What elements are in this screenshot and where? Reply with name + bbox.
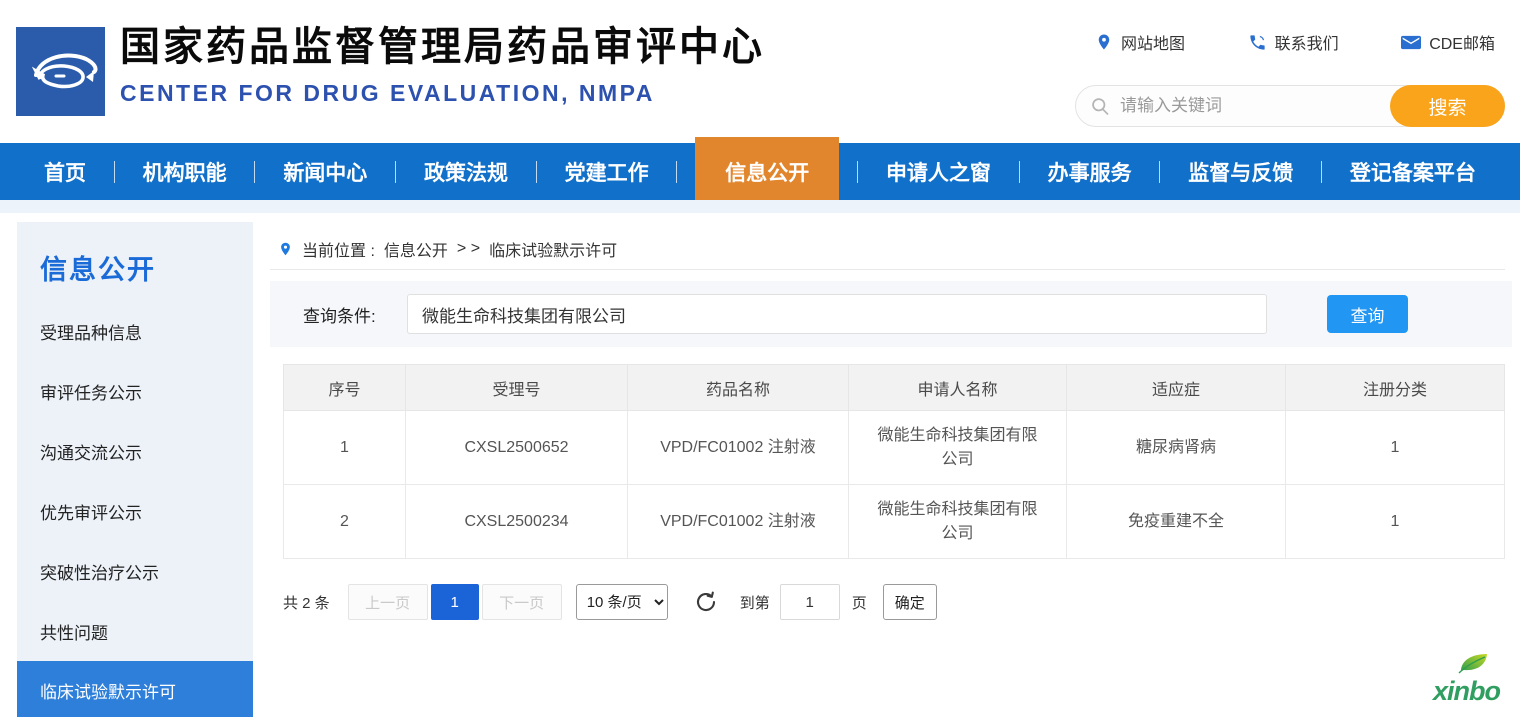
cell-acceptance-no: CXSL2500652 — [406, 411, 628, 485]
search-icon — [1090, 96, 1111, 117]
search-button[interactable]: 搜索 — [1390, 85, 1505, 127]
page: 国家药品监督管理局药品审评中心 CENTER FOR DRUG EVALUATI… — [0, 0, 1529, 717]
nav-separator — [1019, 161, 1020, 183]
col-header-acceptance-no: 受理号 — [406, 365, 628, 411]
page-size-select[interactable]: 10 条/页 — [576, 584, 668, 620]
watermark-text: xinbo — [1433, 676, 1500, 707]
header: 国家药品监督管理局药品审评中心 CENTER FOR DRUG EVALUATI… — [0, 0, 1529, 143]
nav-separator — [1321, 161, 1322, 183]
query-panel: 查询条件: 查询 — [270, 281, 1512, 347]
nav-item-services[interactable]: 办事服务 — [1038, 143, 1142, 200]
query-label: 查询条件: — [303, 281, 376, 347]
sidebar: 信息公开 受理品种信息 审评任务公示 沟通交流公示 优先审评公示 突破性治疗公示… — [17, 222, 253, 717]
cell-drug-name: VPD/FC01002 注射液 — [628, 485, 849, 559]
nav-separator — [536, 161, 537, 183]
cell-indication: 糖尿病肾病 — [1067, 411, 1286, 485]
breadcrumb-current: 临床试验默示许可 — [489, 237, 617, 261]
breadcrumb-divider — [270, 269, 1505, 270]
cell-applicant: 微能生命科技集团有限公司 — [849, 411, 1067, 485]
site-title: 国家药品监督管理局药品审评中心 — [120, 22, 765, 72]
nav-item-applicant-window[interactable]: 申请人之窗 — [876, 143, 1001, 200]
nav-item-registration-platform[interactable]: 登记备案平台 — [1340, 143, 1486, 200]
goto-page-unit: 页 — [852, 592, 867, 613]
nav-item-functions[interactable]: 机构职能 — [133, 143, 237, 200]
location-pin-icon — [278, 239, 293, 259]
breadcrumb-label: 当前位置 : — [302, 237, 375, 261]
nav-separator — [857, 161, 858, 183]
sidebar-title: 信息公开 — [17, 222, 253, 301]
goto-page-input[interactable] — [780, 584, 840, 620]
sidebar-item-priority-review[interactable]: 优先审评公示 — [17, 481, 253, 541]
query-input[interactable] — [407, 294, 1267, 334]
sidebar-item-clinical-trial-implied-license[interactable]: 临床试验默示许可 — [17, 661, 253, 717]
breadcrumb-separator: > > — [457, 240, 480, 258]
leaf-icon — [1457, 651, 1491, 675]
sidebar-item-breakthrough-therapy[interactable]: 突破性治疗公示 — [17, 541, 253, 601]
breadcrumb-section[interactable]: 信息公开 — [384, 237, 448, 261]
nav-item-home[interactable]: 首页 — [34, 143, 96, 200]
nav-separator — [114, 161, 115, 183]
table-row: 1 CXSL2500652 VPD/FC01002 注射液 微能生命科技集团有限… — [284, 411, 1505, 485]
nav-under-strip — [0, 200, 1520, 213]
sidebar-item-review-tasks[interactable]: 审评任务公示 — [17, 361, 253, 421]
nav-item-supervision[interactable]: 监督与反馈 — [1178, 143, 1303, 200]
nav-item-party[interactable]: 党建工作 — [555, 143, 659, 200]
table-row: 2 CXSL2500234 VPD/FC01002 注射液 微能生命科技集团有限… — [284, 485, 1505, 559]
table-header-row: 序号 受理号 药品名称 申请人名称 适应症 注册分类 — [284, 365, 1505, 411]
prev-page-button[interactable]: 上一页 — [348, 584, 428, 620]
search-input[interactable] — [1120, 87, 1360, 125]
confirm-button[interactable]: 确定 — [883, 584, 937, 620]
col-header-index: 序号 — [284, 365, 406, 411]
location-pin-icon — [1095, 32, 1113, 52]
nav-separator — [676, 161, 677, 183]
cell-index: 1 — [284, 411, 406, 485]
nav-separator — [254, 161, 255, 183]
result-table: 序号 受理号 药品名称 申请人名称 适应症 注册分类 1 CXSL2500652… — [283, 364, 1505, 559]
nav-separator — [1159, 161, 1160, 183]
xinbo-watermark: xinbo — [1415, 659, 1525, 707]
sidebar-item-common-issues[interactable]: 共性问题 — [17, 601, 253, 661]
pagination: 共 2 条 上一页 1 下一页 10 条/页 到第 页 确定 — [283, 584, 937, 620]
col-header-registration-class: 注册分类 — [1286, 365, 1505, 411]
pagination-total: 共 2 条 — [283, 592, 330, 613]
search-bar: 搜索 — [1075, 85, 1505, 127]
nav-separator — [395, 161, 396, 183]
sidebar-item-communication[interactable]: 沟通交流公示 — [17, 421, 253, 481]
quick-link-label: CDE邮箱 — [1429, 30, 1495, 54]
cell-index: 2 — [284, 485, 406, 559]
col-header-applicant: 申请人名称 — [849, 365, 1067, 411]
main-nav: 首页 机构职能 新闻中心 政策法规 党建工作 信息公开 申请人之窗 办事服务 监… — [0, 143, 1520, 200]
quick-link-contact[interactable]: 联系我们 — [1248, 30, 1339, 54]
nav-item-news[interactable]: 新闻中心 — [273, 143, 377, 200]
sidebar-item-accepted-varieties[interactable]: 受理品种信息 — [17, 301, 253, 361]
nav-item-info-disclosure[interactable]: 信息公开 — [695, 137, 839, 206]
quick-links: 网站地图 联系我们 CDE邮箱 — [1095, 30, 1495, 54]
cell-registration-class: 1 — [1286, 411, 1505, 485]
cell-drug-name: VPD/FC01002 注射液 — [628, 411, 849, 485]
refresh-icon[interactable] — [692, 588, 720, 616]
breadcrumb: 当前位置 : 信息公开 > > 临床试验默示许可 — [278, 236, 617, 262]
site-titles: 国家药品监督管理局药品审评中心 CENTER FOR DRUG EVALUATI… — [120, 22, 765, 107]
quick-link-sitemap[interactable]: 网站地图 — [1095, 30, 1185, 54]
cell-applicant: 微能生命科技集团有限公司 — [849, 485, 1067, 559]
mail-icon — [1401, 34, 1421, 51]
cde-fish-logo-icon — [16, 27, 105, 116]
next-page-button[interactable]: 下一页 — [482, 584, 562, 620]
cell-registration-class: 1 — [1286, 485, 1505, 559]
quick-link-mailbox[interactable]: CDE邮箱 — [1401, 30, 1495, 54]
col-header-indication: 适应症 — [1067, 365, 1286, 411]
nav-item-policy[interactable]: 政策法规 — [414, 143, 518, 200]
cell-indication: 免疫重建不全 — [1067, 485, 1286, 559]
col-header-drug-name: 药品名称 — [628, 365, 849, 411]
quick-link-label: 网站地图 — [1121, 30, 1185, 54]
current-page-button[interactable]: 1 — [431, 584, 479, 620]
query-button[interactable]: 查询 — [1327, 295, 1408, 333]
cell-acceptance-no: CXSL2500234 — [406, 485, 628, 559]
quick-link-label: 联系我们 — [1275, 30, 1339, 54]
phone-icon — [1248, 33, 1267, 52]
goto-page-label: 到第 — [740, 592, 770, 613]
site-subtitle: CENTER FOR DRUG EVALUATION, NMPA — [120, 80, 765, 107]
